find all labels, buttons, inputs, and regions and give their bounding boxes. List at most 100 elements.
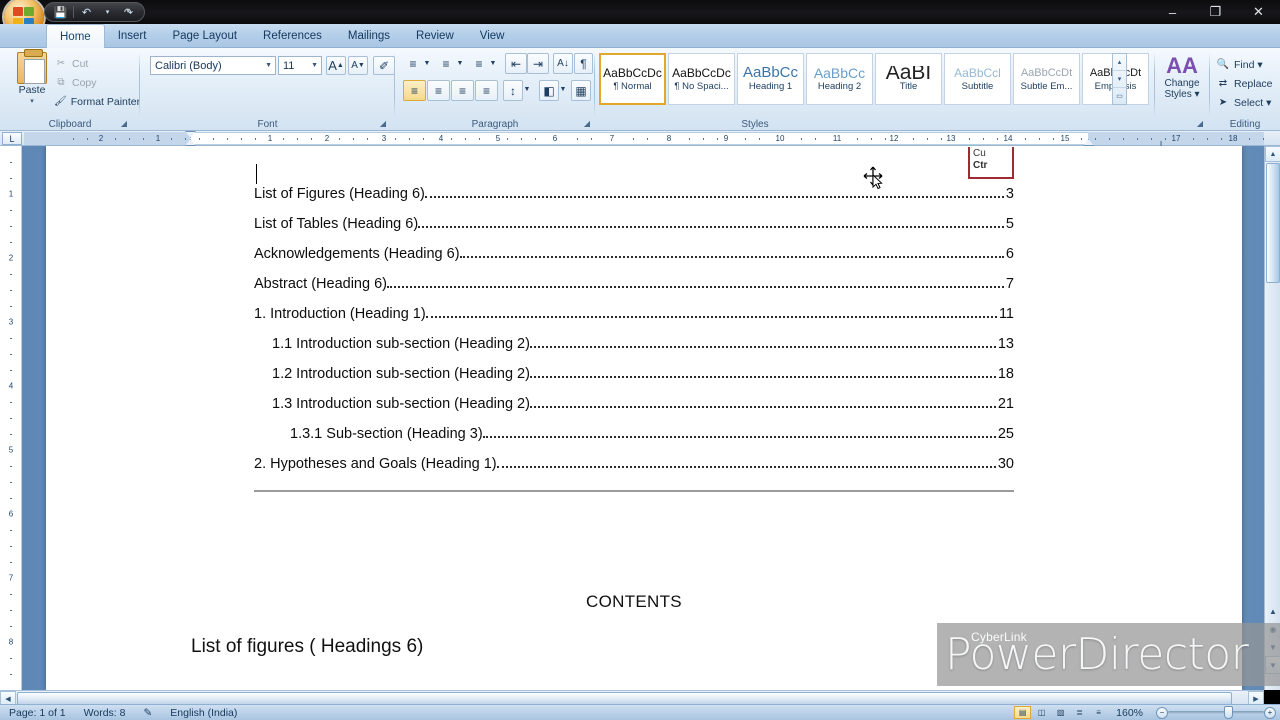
horizontal-ruler-track[interactable]: L 2 1 1 2 3 4 5 6 7 8 9 10 11 12 13 14 15 17 18	[24, 131, 1264, 149]
style-heading-1[interactable]: AaBbCс Heading 1	[737, 53, 804, 105]
align-left-button[interactable]: ≡	[403, 80, 426, 101]
editing-select-button[interactable]: ➤ Select ▾	[1216, 93, 1273, 112]
clipboard-copy-button[interactable]: ⧉ Copy	[54, 73, 138, 92]
zoom-slider[interactable]: − +	[1156, 706, 1276, 719]
numbering-dropdown-icon[interactable]: ▼	[455, 57, 465, 70]
toc-entry[interactable]: 1.3.1 Sub-section (Heading 3) 25	[254, 412, 1014, 442]
toc-entry[interactable]: 2. Hypotheses and Goals (Heading 1) 30	[254, 442, 1014, 472]
tab-stop-selector[interactable]: L	[2, 132, 22, 145]
bullets-button[interactable]: ≡	[403, 54, 423, 73]
toc-entry[interactable]: List of Figures (Heading 6) 3	[254, 172, 1014, 202]
save-icon[interactable]: 💾	[51, 4, 70, 20]
editing-item-label: Find ▾	[1234, 58, 1263, 71]
view-button-web-layout[interactable]: ▧	[1052, 706, 1069, 719]
zoom-level[interactable]: 160%	[1110, 707, 1149, 719]
toc-entry[interactable]: 1.3 Introduction sub-section (Heading 2)…	[254, 382, 1014, 412]
zoom-in-button[interactable]: +	[1264, 706, 1276, 719]
editing-replace-button[interactable]: ⇄ Replace	[1216, 74, 1273, 93]
page-indicator[interactable]: Page: 1 of 1	[0, 707, 75, 719]
styles-scroll-up-icon[interactable]: ▴	[1113, 54, 1126, 71]
table-of-contents[interactable]: List of Figures (Heading 6) 3 List of Tabl…	[254, 172, 1014, 472]
shrink-font-button[interactable]: A ▼	[348, 56, 368, 75]
multilevel-list-button[interactable]: ≡	[469, 54, 489, 73]
style-subtitle[interactable]: AaBbCcl Subtitle	[944, 53, 1011, 105]
line-spacing-dropdown-icon[interactable]: ▼	[522, 83, 532, 96]
styles-gallery-scrollbar[interactable]: ▴ ▾ ▭	[1112, 53, 1127, 105]
view-button-full-screen-reading[interactable]: ◫	[1033, 706, 1050, 719]
multilevel-dropdown-icon[interactable]: ▼	[488, 57, 498, 70]
clipboard-cut-button[interactable]: ✂ Cut	[54, 54, 138, 73]
clipboard-format-painter-button[interactable]: 🖌 Format Painter	[54, 92, 140, 111]
undo-dropdown-icon[interactable]: ▾	[98, 4, 117, 20]
customize-qat-icon[interactable]: ▾	[126, 6, 130, 15]
word-count[interactable]: Words: 8	[75, 707, 135, 719]
horizontal-ruler[interactable]: L L 2 1 1 2 3 4 5 6 7 8 9 10 11 12 13 14 15 17 18	[0, 131, 1280, 149]
close-button[interactable]: ✕	[1237, 0, 1280, 24]
tab-view[interactable]: View	[467, 24, 518, 48]
editing-find-button[interactable]: 🔍 Find ▾	[1216, 55, 1273, 74]
shading-dropdown-icon[interactable]: ▼	[558, 83, 568, 96]
zoom-track[interactable]	[1168, 706, 1264, 719]
align-right-button[interactable]: ≡	[451, 80, 474, 101]
zoom-thumb[interactable]	[1224, 706, 1233, 719]
shading-button[interactable]: ◧	[539, 80, 559, 101]
toc-entry[interactable]: Abstract (Heading 6) 7	[254, 262, 1014, 292]
maximize-button[interactable]: ❐	[1194, 0, 1237, 24]
proofing-status-icon[interactable]: ✎	[134, 707, 161, 719]
undo-icon[interactable]: ↶	[77, 4, 96, 20]
increase-indent-button[interactable]: ⇥	[527, 53, 549, 74]
show-formatting-marks-button[interactable]: ¶	[574, 53, 593, 74]
justify-button[interactable]: ≡	[475, 80, 498, 101]
style-sample-text: AaBbCcDt	[1020, 67, 1073, 79]
minimize-button[interactable]: –	[1151, 0, 1194, 24]
decrease-indent-button[interactable]: ⇤	[505, 53, 527, 74]
numbering-button[interactable]: ≡	[436, 54, 456, 73]
clear-formatting-button[interactable]: ✐	[373, 56, 395, 75]
previous-page-icon[interactable]: ▲	[1265, 602, 1280, 620]
font-size-combo[interactable]: 11 ▼	[278, 56, 322, 75]
document-page[interactable]: List of Figures (Heading 6) 3 List of Tabl…	[46, 146, 1242, 690]
paragraph-dialog-launcher[interactable]: ◢	[581, 117, 593, 129]
view-button-draft[interactable]: ≡	[1090, 706, 1107, 719]
toc-entry[interactable]: Acknowledgements (Heading 6) 6	[254, 232, 1014, 262]
style-no-spaci[interactable]: AaBbCcDc ¶ No Spaci...	[668, 53, 735, 105]
bullets-dropdown-icon[interactable]: ▼	[422, 57, 432, 70]
zoom-out-button[interactable]: −	[1156, 706, 1168, 719]
change-styles-button[interactable]: AA Change Styles ▾	[1157, 54, 1207, 101]
vertical-ruler[interactable]: 1 2 3 4 5 6 7 8	[0, 146, 22, 690]
toc-entry[interactable]: 1.2 Introduction sub-section (Heading 2)…	[254, 352, 1014, 382]
view-button-print-layout[interactable]: ▤	[1014, 706, 1032, 719]
style-normal[interactable]: AaBbCcDc ¶ Normal	[599, 53, 666, 105]
styles-more-icon[interactable]: ▭	[1113, 88, 1126, 104]
borders-button[interactable]: ▦	[571, 80, 591, 101]
toc-entry[interactable]: List of Tables (Heading 6) 5	[254, 202, 1014, 232]
align-center-button[interactable]: ≡	[427, 80, 450, 101]
styles-scroll-down-icon[interactable]: ▾	[1113, 71, 1126, 88]
toc-entry[interactable]: 1. Introduction (Heading 1) 11	[254, 292, 1014, 322]
paste-button[interactable]: Paste ▾	[10, 49, 54, 114]
vertical-scroll-thumb[interactable]	[1266, 163, 1280, 283]
font-dialog-launcher[interactable]: ◢	[377, 117, 389, 129]
style-subtle-em[interactable]: AaBbCcDt Subtle Em...	[1013, 53, 1080, 105]
line-spacing-button[interactable]: ↕	[503, 80, 523, 101]
vertical-scrollbar[interactable]: ▲ ▲ ◉ ▼ ▼	[1264, 146, 1280, 690]
paste-dropdown-icon[interactable]: ▾	[30, 97, 34, 105]
tab-home[interactable]: Home	[46, 24, 105, 48]
toc-entry[interactable]: 1.1 Introduction sub-section (Heading 2)…	[254, 322, 1014, 352]
clipboard-dialog-launcher[interactable]: ◢	[118, 117, 130, 129]
scroll-up-button[interactable]: ▲	[1265, 146, 1280, 162]
tab-references[interactable]: References	[250, 24, 335, 48]
document-canvas[interactable]: List of Figures (Heading 6) 3 List of Tabl…	[22, 146, 1280, 690]
tab-insert[interactable]: Insert	[105, 24, 160, 48]
tab-mailings[interactable]: Mailings	[335, 24, 403, 48]
grow-font-button[interactable]: A ▲	[326, 56, 346, 75]
language-indicator[interactable]: English (India)	[161, 707, 246, 719]
sort-button[interactable]: A↓	[553, 53, 573, 74]
font-name-combo[interactable]: Calibri (Body) ▼	[150, 56, 276, 75]
styles-dialog-launcher[interactable]: ◢	[1194, 117, 1206, 129]
style-heading-2[interactable]: AaBbCc Heading 2	[806, 53, 873, 105]
tab-review[interactable]: Review	[403, 24, 467, 48]
style-title[interactable]: AaBI Title	[875, 53, 942, 105]
view-button-outline[interactable]: ≣	[1071, 706, 1088, 719]
tab-page-layout[interactable]: Page Layout	[159, 24, 250, 48]
